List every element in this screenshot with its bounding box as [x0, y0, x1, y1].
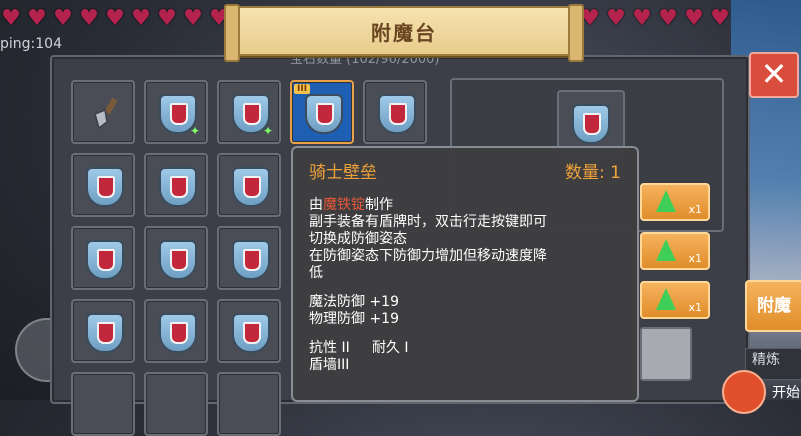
inventory-slot-selected[interactable]: III	[290, 80, 354, 144]
heart-icon: ♥	[632, 6, 652, 31]
shovel-icon	[94, 97, 118, 130]
gem-count: x1	[688, 252, 702, 265]
heart-icon: ♥	[1, 6, 21, 31]
close-button[interactable]: ✕	[749, 52, 799, 98]
inventory-slot-shield[interactable]: ✦	[217, 80, 281, 144]
inventory-slot-shield[interactable]	[71, 153, 135, 217]
gem-button[interactable]: x1	[640, 183, 710, 221]
heart-icon: ♥	[53, 6, 73, 31]
enchant-level-badge: III	[294, 84, 311, 94]
inventory-slot-shield[interactable]	[217, 226, 281, 290]
shield-icon	[86, 240, 124, 280]
inventory-slot-shield[interactable]: ✦	[144, 80, 208, 144]
close-icon: ✕	[760, 55, 788, 93]
shield-icon	[232, 313, 270, 353]
heart-icon: ♥	[131, 6, 151, 31]
green-gem-icon	[656, 190, 676, 212]
title-banner: 附魔台	[224, 4, 584, 62]
sparkle-icon: ✦	[262, 124, 273, 138]
enchant-target-slot[interactable]	[557, 90, 625, 154]
inventory-slot-shield[interactable]	[217, 299, 281, 363]
shield-icon	[232, 240, 270, 280]
stat-physical-defense: 物理防御 +19	[309, 311, 399, 327]
gem-button[interactable]: x1	[640, 281, 710, 319]
sparkle-icon: ✦	[189, 124, 200, 138]
shield-icon	[232, 167, 270, 207]
gem-count: x1	[688, 301, 702, 314]
heart-icon: ♥	[157, 6, 177, 31]
heart-icon: ♥	[606, 6, 626, 31]
description-line: 副手装备有盾牌时，双击行走按键即可	[309, 214, 547, 230]
description-line: 在防御姿态下防御力增加但移动速度降	[309, 248, 547, 264]
heart-icon: ♥	[79, 6, 99, 31]
inventory-slot[interactable]	[144, 372, 208, 436]
window-title: 附魔台	[371, 20, 437, 45]
shield-icon	[378, 94, 416, 134]
inventory-slot-shield[interactable]	[144, 299, 208, 363]
enchant-tab-button[interactable]: 附魔	[745, 280, 801, 332]
crafting-prefix: 由	[309, 197, 323, 213]
heart-icon: ♥	[658, 6, 678, 31]
stat-magic-defense: 魔法防御 +19	[309, 294, 399, 310]
heart-icon: ♥	[684, 6, 704, 31]
heart-icon: ♥	[183, 6, 203, 31]
shield-icon	[159, 313, 197, 353]
inventory-slot-shield[interactable]	[144, 226, 208, 290]
shield-icon	[305, 94, 343, 134]
shield-icon	[86, 313, 124, 353]
item-quantity: 数量: 1	[565, 163, 621, 183]
description-line: 低	[309, 265, 323, 281]
result-slot[interactable]	[640, 327, 692, 381]
shield-icon	[159, 167, 197, 207]
enchant-resistance-durability: 抗性 II 耐久 I	[309, 340, 409, 356]
inventory-slot[interactable]	[217, 372, 281, 436]
health-bar-left: ♥ ♥ ♥ ♥ ♥ ♥ ♥ ♥ ♥	[0, 8, 230, 30]
ping-readout: ping:104	[0, 36, 62, 52]
inventory-slot-shield[interactable]	[363, 80, 427, 144]
crafting-line: 由魔铁锭制作	[309, 197, 621, 214]
inventory-slot-shield[interactable]	[71, 299, 135, 363]
inventory-slot-shield[interactable]	[217, 153, 281, 217]
heart-icon: ♥	[27, 6, 47, 31]
crafting-material: 魔铁锭	[323, 197, 365, 213]
start-label: 开始	[772, 385, 800, 401]
start-button[interactable]	[722, 370, 766, 414]
shield-icon	[159, 240, 197, 280]
item-tooltip: 骑士壁垒 数量: 1 由魔铁锭制作 副手装备有盾牌时，双击行走按键即可 切换成防…	[291, 146, 639, 402]
inventory-slot-shield[interactable]	[144, 153, 208, 217]
heart-icon: ♥	[710, 6, 730, 31]
heart-icon: ♥	[105, 6, 125, 31]
enchant-shield-wall: 盾墙III	[309, 357, 350, 373]
green-gem-icon	[656, 239, 676, 261]
shield-icon	[86, 167, 124, 207]
shield-icon	[572, 104, 610, 144]
inventory-slot-shovel[interactable]	[71, 80, 135, 144]
green-gem-icon	[656, 288, 676, 310]
inventory-slot-shield[interactable]	[71, 226, 135, 290]
description-line: 切换成防御姿态	[309, 231, 407, 247]
gem-button[interactable]: x1	[640, 232, 710, 270]
tooltip-header: 骑士壁垒 数量: 1	[309, 158, 621, 183]
crafting-suffix: 制作	[365, 197, 393, 213]
item-name: 骑士壁垒	[309, 163, 377, 183]
gem-count: x1	[688, 203, 702, 216]
inventory-slot[interactable]	[71, 372, 135, 436]
